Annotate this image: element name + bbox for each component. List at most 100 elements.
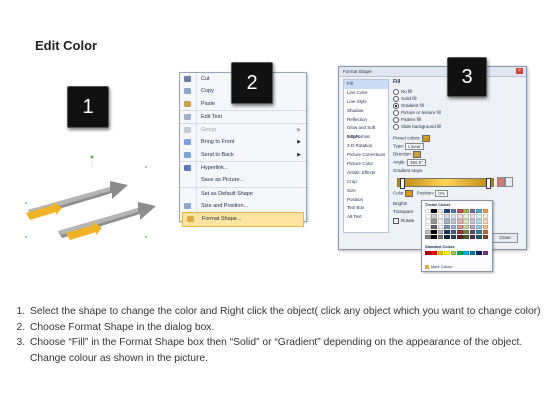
color-swatch[interactable] [476, 224, 482, 229]
menu-item-size-and-position[interactable]: Size and Position... [180, 200, 306, 212]
sidebar-item-text-box[interactable]: Text Box [344, 204, 388, 213]
color-swatch[interactable] [456, 219, 463, 224]
sidebar-item-crop[interactable]: Crop [344, 178, 388, 187]
color-swatch[interactable] [425, 214, 431, 219]
color-swatch[interactable] [469, 251, 476, 256]
color-swatch[interactable] [431, 209, 437, 214]
color-swatch[interactable] [450, 214, 457, 219]
sidebar-item-3d-format[interactable]: 3-D Format [344, 133, 388, 142]
gradient-stop-handle[interactable] [486, 178, 491, 189]
color-swatch[interactable] [463, 251, 469, 256]
sidebar-item-position[interactable]: Position [344, 196, 388, 205]
add-stop-button[interactable] [497, 177, 505, 187]
sidebar-item-reflection[interactable]: Reflection [344, 116, 388, 125]
color-swatch[interactable] [482, 229, 489, 235]
color-swatch[interactable] [482, 234, 489, 240]
direction-dropdown[interactable] [413, 151, 422, 158]
menu-item-group[interactable]: Group ▶ [180, 123, 306, 136]
radio-slide-background-fill[interactable]: Slide background fill [393, 124, 441, 130]
arrows-graphic[interactable] [18, 155, 168, 255]
color-swatch[interactable] [450, 209, 457, 214]
color-swatch[interactable] [425, 229, 431, 235]
color-swatch[interactable] [456, 214, 463, 219]
standard-colors-grid[interactable] [425, 251, 489, 256]
color-swatch[interactable] [476, 229, 482, 235]
color-swatch[interactable] [444, 234, 450, 240]
color-swatch[interactable] [482, 214, 489, 219]
close-button[interactable]: Close [492, 233, 518, 243]
color-swatch[interactable] [476, 234, 482, 240]
color-swatch[interactable] [469, 214, 476, 219]
color-swatch[interactable] [476, 214, 482, 219]
color-swatch[interactable] [482, 219, 489, 224]
color-swatch[interactable] [463, 229, 469, 235]
color-swatch[interactable] [482, 209, 489, 214]
color-swatch[interactable] [425, 251, 431, 256]
color-swatch[interactable] [476, 251, 482, 256]
color-swatch[interactable] [431, 251, 437, 256]
color-swatch[interactable] [469, 219, 476, 224]
color-swatch[interactable] [444, 224, 450, 229]
gradient-stops-bar[interactable] [397, 178, 494, 189]
sidebar-item-shadow[interactable]: Shadow [344, 107, 388, 116]
color-swatch[interactable] [444, 251, 450, 256]
color-swatch[interactable] [425, 224, 431, 229]
rotate-row[interactable]: Rotate [393, 218, 414, 224]
sidebar-item-line-style[interactable]: Line Style [344, 98, 388, 107]
color-swatch[interactable] [463, 209, 469, 214]
color-swatch[interactable] [469, 209, 476, 214]
color-swatch[interactable] [469, 224, 476, 229]
gradient-stop-handle[interactable] [400, 178, 405, 189]
color-swatch[interactable] [456, 224, 463, 229]
sidebar-item-fill[interactable]: Fill [344, 80, 388, 89]
theme-colors-grid[interactable] [425, 209, 489, 240]
color-swatch[interactable] [425, 219, 431, 224]
menu-item-send-to-back[interactable]: Send to Back ▶ [180, 149, 306, 161]
color-swatch[interactable] [444, 219, 450, 224]
color-swatch[interactable] [431, 219, 437, 224]
radio-picture-fill[interactable]: Picture or texture fill [393, 110, 441, 116]
color-swatch[interactable] [437, 224, 444, 229]
color-swatch[interactable] [456, 229, 463, 235]
preset-colors-dropdown[interactable] [421, 135, 430, 142]
color-swatch[interactable] [450, 224, 457, 229]
radio-no-fill[interactable]: No fill [393, 89, 412, 95]
color-swatch[interactable] [431, 229, 437, 235]
sidebar-item-alt-text[interactable]: Alt Text [344, 213, 388, 222]
type-dropdown[interactable]: Linear [405, 143, 424, 150]
angle-input[interactable]: 359.9° [407, 159, 427, 166]
menu-item-bring-to-front[interactable]: Bring to Front ▶ [180, 136, 306, 148]
sidebar-item-picture-color[interactable]: Picture Color [344, 160, 388, 169]
color-swatch[interactable] [476, 219, 482, 224]
color-swatch[interactable] [463, 214, 469, 219]
color-swatch[interactable] [444, 214, 450, 219]
color-swatch[interactable] [437, 214, 444, 219]
color-swatch[interactable] [431, 214, 437, 219]
remove-stop-button[interactable] [505, 177, 513, 187]
more-colors-link[interactable]: More Colors... [425, 265, 455, 269]
color-swatch[interactable] [463, 219, 469, 224]
color-swatch[interactable] [437, 209, 444, 214]
color-swatch[interactable] [425, 209, 431, 214]
color-swatch[interactable] [469, 229, 476, 235]
color-swatch[interactable] [437, 219, 444, 224]
color-swatch[interactable] [437, 251, 444, 256]
close-icon[interactable]: × [516, 68, 523, 74]
color-swatch[interactable] [431, 224, 437, 229]
color-swatch[interactable] [431, 234, 437, 240]
color-swatch[interactable] [482, 224, 489, 229]
color-swatch[interactable] [456, 251, 463, 256]
menu-item-hyperlink[interactable]: Hyperlink... [180, 161, 306, 174]
menu-item-edit-text[interactable]: Edit Text [180, 109, 306, 123]
menu-item-format-shape[interactable]: Format Shape... [182, 212, 304, 227]
color-swatch[interactable] [450, 234, 457, 240]
sidebar-item-picture-corrections[interactable]: Picture Corrections [344, 151, 388, 160]
color-swatch[interactable] [463, 234, 469, 240]
menu-item-save-as-picture[interactable]: Save as Picture... [180, 174, 306, 186]
color-swatch[interactable] [444, 209, 450, 214]
color-swatch[interactable] [476, 209, 482, 214]
color-swatch[interactable] [456, 234, 463, 240]
color-swatch[interactable] [456, 209, 463, 214]
color-swatch[interactable] [437, 229, 444, 235]
radio-pattern-fill[interactable]: Pattern fill [393, 117, 421, 123]
